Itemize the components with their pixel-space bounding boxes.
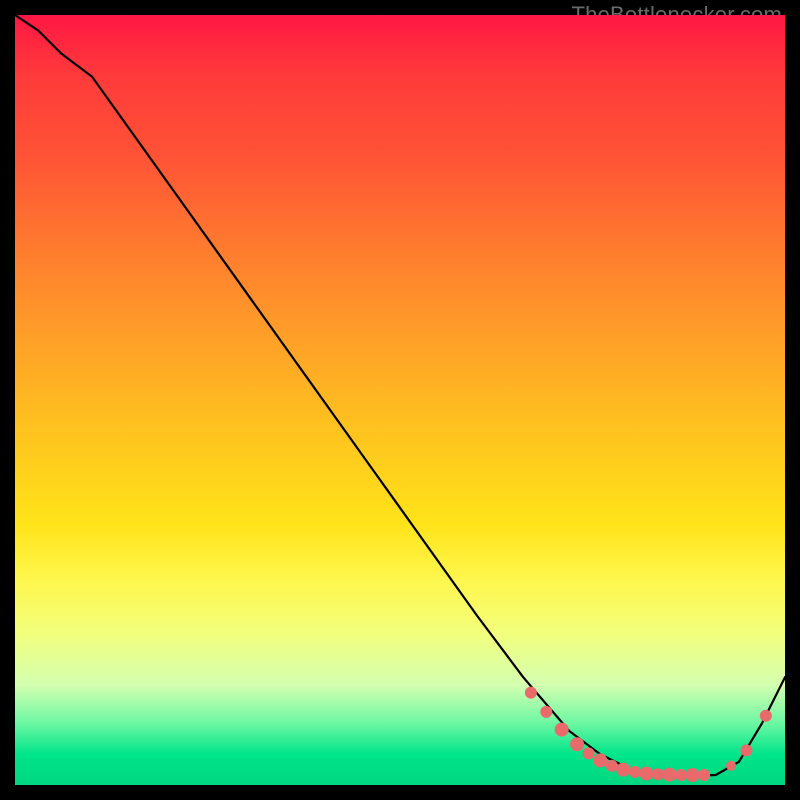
highlight-dot <box>616 763 630 777</box>
highlight-dot <box>686 768 700 782</box>
highlight-dot <box>570 737 584 751</box>
highlight-dot <box>555 723 569 737</box>
plot-area <box>15 15 785 785</box>
highlight-dot <box>629 766 641 778</box>
bottleneck-curve <box>15 15 785 776</box>
highlight-dot <box>606 760 618 772</box>
highlight-dot <box>741 744 753 756</box>
chart-container: TheBottlenecker.com <box>0 0 800 800</box>
highlight-dot <box>652 768 664 780</box>
curve-layer <box>15 15 785 785</box>
highlight-dot <box>675 769 687 781</box>
highlight-dots-group <box>525 687 772 782</box>
highlight-dot <box>540 706 552 718</box>
highlight-dot <box>760 710 772 722</box>
highlight-dot <box>726 761 736 771</box>
highlight-dot <box>639 767 653 781</box>
highlight-dot <box>593 753 607 767</box>
highlight-dot <box>663 768 677 782</box>
highlight-dot <box>583 747 595 759</box>
highlight-dot <box>698 769 710 781</box>
highlight-dot <box>525 687 537 699</box>
